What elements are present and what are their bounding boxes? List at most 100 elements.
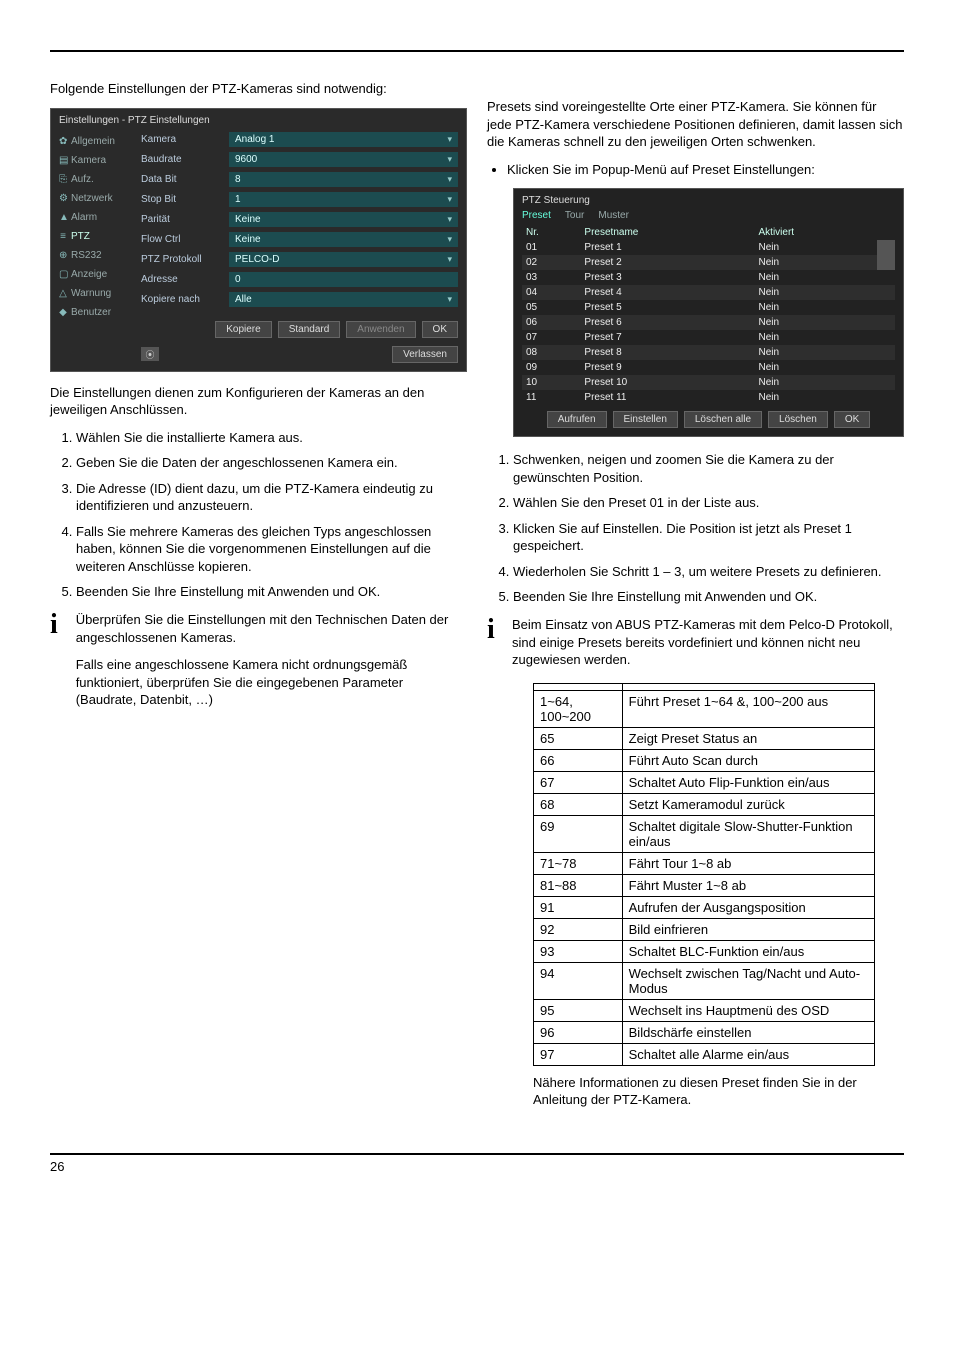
sidebar-item-aufz.[interactable]: ⎘Aufz.: [59, 170, 131, 189]
sidebar-label: PTZ: [71, 231, 90, 242]
sidebar-item-alarm[interactable]: ▲ Alarm: [59, 208, 131, 227]
left-step-5: Beenden Sie Ihre Einstellung mit Anwende…: [76, 583, 467, 601]
sidebar-label: Alarm: [71, 212, 97, 223]
sidebar-label: RS232: [71, 250, 102, 261]
form-label: Baudrate: [141, 154, 229, 165]
right-info: Beim Einsatz von ABUS PTZ-Kameras mit de…: [512, 616, 904, 669]
preset-func-row: 92Bild einfrieren: [534, 918, 875, 940]
preset-row[interactable]: 11Preset 11Nein: [522, 390, 895, 405]
preset-func-row: 96Bildschärfe einstellen: [534, 1021, 875, 1043]
form-value[interactable]: Analog 1▾: [229, 132, 458, 147]
preset-row[interactable]: 07Preset 7Nein: [522, 330, 895, 345]
verlassen-button[interactable]: Verlassen: [392, 346, 458, 363]
ok-button[interactable]: OK: [422, 321, 458, 338]
preset-func-row: [534, 683, 875, 690]
sidebar-label: Netzwerk: [71, 193, 113, 204]
standard-button[interactable]: Standard: [278, 321, 341, 338]
sidebar-icon: ▤: [59, 155, 67, 166]
form-label: PTZ Protokoll: [141, 254, 229, 265]
form-row-flow-ctrl: Flow CtrlKeine▾: [141, 232, 458, 247]
preset-tab-tour[interactable]: Tour: [565, 210, 584, 221]
sidebar-icon: ◆: [59, 307, 67, 318]
page-number: 26: [50, 1159, 64, 1174]
preset-func-row: 93Schaltet BLC-Funktion ein/aus: [534, 940, 875, 962]
left-column: Folgende Einstellungen der PTZ-Kameras s…: [50, 80, 467, 1119]
live-icon[interactable]: ⦿: [141, 347, 159, 361]
right-step-1: Schwenken, neigen und zoomen Sie die Kam…: [513, 451, 904, 486]
preset-row[interactable]: 05Preset 5Nein: [522, 300, 895, 315]
preset-row[interactable]: 08Preset 8Nein: [522, 345, 895, 360]
form-value[interactable]: Alle▾: [229, 292, 458, 307]
sidebar-item-anzeige[interactable]: ▢Anzeige: [59, 265, 131, 284]
chevron-down-icon: ▾: [447, 234, 452, 245]
preset-einstellen-button[interactable]: Einstellen: [613, 411, 678, 428]
preset-func-row: 68Setzt Kameramodul zurück: [534, 793, 875, 815]
chevron-down-icon: ▾: [447, 154, 452, 165]
preset-aufrufen-button[interactable]: Aufrufen: [547, 411, 607, 428]
preset-löschen-alle-button[interactable]: Löschen alle: [684, 411, 762, 428]
sidebar-label: Allgemein: [71, 136, 115, 147]
sidebar-icon: ⊕: [59, 250, 67, 261]
preset-row[interactable]: 01Preset 1Nein: [522, 240, 895, 255]
right-step-2: Wählen Sie den Preset 01 in der Liste au…: [513, 494, 904, 512]
preset-header: Aktiviert: [755, 225, 877, 240]
preset-row[interactable]: 03Preset 3Nein: [522, 270, 895, 285]
preset-row[interactable]: 02Preset 2Nein: [522, 255, 895, 270]
sidebar-label: Benutzer: [71, 307, 111, 318]
sidebar-item-kamera[interactable]: ▤ Kamera: [59, 151, 131, 170]
kopiere-button[interactable]: Kopiere: [215, 321, 271, 338]
form-label: Kopiere nach: [141, 294, 229, 305]
anwenden-button[interactable]: Anwenden: [346, 321, 415, 338]
preset-footnote: Nähere Informationen zu diesen Preset fi…: [533, 1074, 875, 1109]
sidebar-label: Kamera: [71, 155, 106, 166]
preset-buttons-row: Aufrufen Einstellen Löschen alle Löschen OK: [522, 411, 895, 428]
form-row-kopiere-nach: Kopiere nachAlle▾: [141, 292, 458, 307]
right-bullet: Klicken Sie im Popup-Menü auf Preset Ein…: [507, 161, 904, 179]
preset-dialog-screenshot: PTZ Steuerung PresetTourMuster Nr.Preset…: [513, 188, 904, 437]
info-icon: i: [50, 611, 62, 719]
preset-header: Nr.: [522, 225, 580, 240]
form-value[interactable]: Keine▾: [229, 232, 458, 247]
preset-row[interactable]: 10Preset 10Nein: [522, 375, 895, 390]
right-step-5: Beenden Sie Ihre Einstellung mit Anwende…: [513, 588, 904, 606]
ptz-settings-screenshot: Einstellungen - PTZ Einstellungen ✿Allge…: [50, 108, 467, 372]
preset-func-row: 67Schaltet Auto Flip-Funktion ein/aus: [534, 771, 875, 793]
sidebar-item-rs232[interactable]: ⊕ RS232: [59, 246, 131, 265]
preset-row[interactable]: 09Preset 9Nein: [522, 360, 895, 375]
sidebar-item-benutzer[interactable]: ◆ Benutzer: [59, 303, 131, 322]
form-value[interactable]: 8▾: [229, 172, 458, 187]
form-value[interactable]: Keine▾: [229, 212, 458, 227]
left-step-4: Falls Sie mehrere Kameras des gleichen T…: [76, 523, 467, 576]
right-intro: Presets sind voreingestellte Orte einer …: [487, 98, 904, 151]
sidebar-item-netzwerk[interactable]: ⚙Netzwerk: [59, 189, 131, 208]
form-label: Adresse: [141, 274, 229, 285]
sidebar-item-allgemein[interactable]: ✿Allgemein: [59, 132, 131, 151]
preset-func-row: 66Führt Auto Scan durch: [534, 749, 875, 771]
left-step-2: Geben Sie die Daten der angeschlossenen …: [76, 454, 467, 472]
preset-row[interactable]: 06Preset 6Nein: [522, 315, 895, 330]
preset-func-row: 69Schaltet digitale Slow-Shutter-Funktio…: [534, 815, 875, 852]
form-label: Flow Ctrl: [141, 234, 229, 245]
sidebar-label: Aufz.: [71, 174, 94, 185]
preset-func-row: 65Zeigt Preset Status an: [534, 727, 875, 749]
preset-ok-button[interactable]: OK: [834, 411, 870, 428]
preset-row[interactable]: 04Preset 4Nein: [522, 285, 895, 300]
form-row-stop-bit: Stop Bit1▾: [141, 192, 458, 207]
sidebar-label: Warnung: [71, 288, 111, 299]
preset-tab-preset[interactable]: Preset: [522, 210, 551, 221]
form-label: Data Bit: [141, 174, 229, 185]
sidebar-item-warnung[interactable]: △ Warnung: [59, 284, 131, 303]
right-steps-list: Schwenken, neigen und zoomen Sie die Kam…: [487, 451, 904, 606]
form-value[interactable]: 0: [229, 272, 458, 287]
settings-dialog-title: Einstellungen - PTZ Einstellungen: [59, 115, 458, 126]
form-value[interactable]: 9600▾: [229, 152, 458, 167]
sidebar-icon: ▲: [59, 212, 67, 223]
preset-tab-muster[interactable]: Muster: [598, 210, 629, 221]
sidebar-icon: △: [59, 288, 67, 299]
form-value[interactable]: 1▾: [229, 192, 458, 207]
form-value[interactable]: PELCO-D▾: [229, 252, 458, 267]
form-label: Parität: [141, 214, 229, 225]
preset-löschen-button[interactable]: Löschen: [768, 411, 828, 428]
form-row-adresse: Adresse0: [141, 272, 458, 287]
sidebar-item-ptz[interactable]: ≡PTZ: [59, 227, 131, 246]
